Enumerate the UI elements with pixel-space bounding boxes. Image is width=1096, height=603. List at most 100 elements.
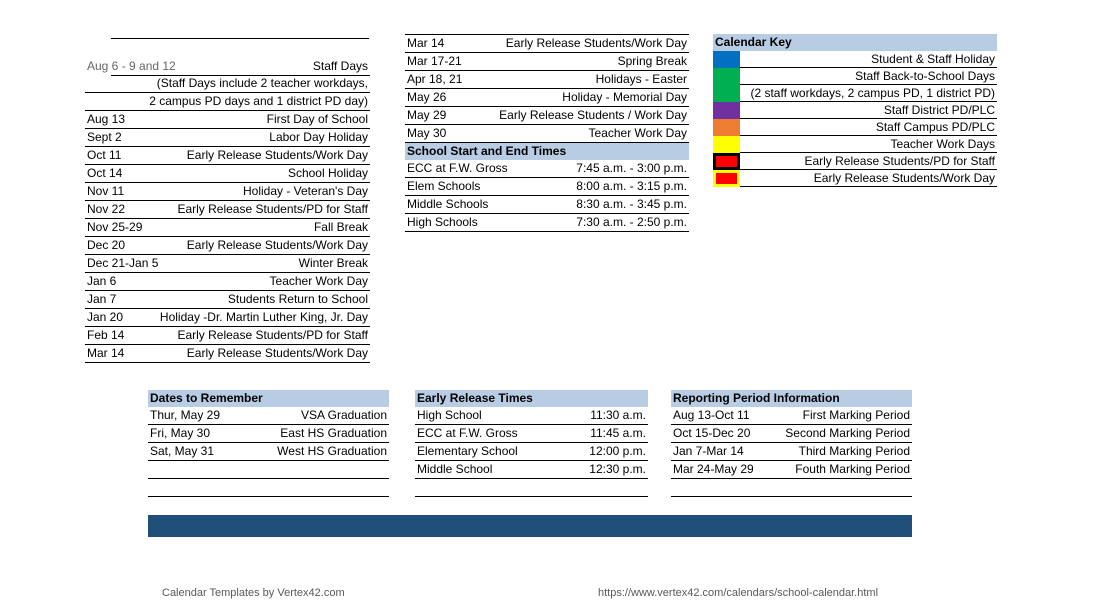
footer-bar bbox=[148, 515, 912, 537]
event-row-label: Early Release Students/Work Day bbox=[186, 238, 368, 252]
left-top-rule bbox=[111, 38, 369, 39]
event-row-label: First Day of School bbox=[266, 112, 368, 126]
date-row-date: Fri, May 30 bbox=[150, 426, 211, 440]
event-row: Apr 18, 21 Holidays - Easter bbox=[405, 71, 689, 89]
date-row-label: East HS Graduation bbox=[280, 426, 387, 440]
release-time-row-school: Elementary School bbox=[417, 444, 518, 458]
release-time-row-time: 11:30 a.m. bbox=[590, 408, 646, 422]
color-swatch-icon bbox=[713, 102, 740, 119]
date-row: Thur, May 29 VSA Graduation bbox=[148, 407, 389, 425]
event-row: May 30 Teacher Work Day bbox=[405, 125, 689, 143]
event-row-date: Oct 14 bbox=[87, 166, 123, 180]
blank-row bbox=[148, 479, 389, 497]
blank-row bbox=[148, 461, 389, 479]
key-row: Teacher Work Days bbox=[713, 136, 997, 153]
key-row: Staff District PD/PLC bbox=[713, 102, 997, 119]
key-label: Staff Back-to-School Days bbox=[740, 68, 997, 85]
key-label: Early Release Students/Work Day bbox=[740, 170, 997, 187]
event-row: Oct 11 Early Release Students/Work Day bbox=[85, 147, 370, 165]
blank-row bbox=[671, 479, 912, 497]
middle-events-table: Mar 14 Early Release Students/Work Day Mar… bbox=[405, 35, 689, 232]
color-swatch-icon bbox=[713, 136, 740, 153]
event-row-date: Jan 6 bbox=[87, 274, 117, 288]
event-row-label: Holiday - Veteran's Day bbox=[242, 184, 368, 198]
release-time-row: Elementary School 12:00 p.m. bbox=[415, 443, 648, 461]
color-swatch-icon bbox=[713, 153, 740, 170]
date-row-label: West HS Graduation bbox=[277, 444, 387, 458]
event-row-date: Feb 14 bbox=[87, 328, 125, 342]
period-row-dates: Mar 24-May 29 bbox=[673, 462, 754, 476]
footer-url[interactable]: https://www.vertex42.com/calendars/schoo… bbox=[598, 587, 878, 599]
event-row-label: Students Return to School bbox=[227, 292, 368, 306]
school-time-row-school: Elem Schools bbox=[407, 179, 481, 193]
school-time-row: Middle Schools 8:30 a.m. - 3:45 p.m. bbox=[405, 196, 689, 214]
event-row-date: May 30 bbox=[407, 126, 447, 140]
color-swatch-icon bbox=[713, 119, 740, 136]
school-time-row-time: 7:45 a.m. - 3:00 p.m. bbox=[576, 161, 687, 175]
school-time-row-time: 8:30 a.m. - 3:45 p.m. bbox=[576, 197, 687, 211]
event-row: Nov 25-29 Fall Break bbox=[85, 219, 370, 237]
key-label: Teacher Work Days bbox=[740, 136, 997, 153]
date-row-label: VSA Graduation bbox=[300, 408, 387, 422]
event-row-label: Fall Break bbox=[313, 220, 368, 234]
event-row-date: Nov 25-29 bbox=[87, 220, 143, 234]
event-row: Nov 22 Early Release Students/PD for Staf… bbox=[85, 201, 370, 219]
event-row-label: Early Release Students/Work Day bbox=[186, 148, 368, 162]
event-row: Mar 14 Early Release Students/Work Day bbox=[405, 35, 689, 53]
color-swatch-icon bbox=[713, 85, 740, 102]
dates-to-remember-header: Dates to Remember bbox=[148, 390, 389, 407]
event-row-date: Jan 20 bbox=[87, 310, 124, 324]
staff-days-row: Aug 6 - 9 and 12 Staff Days bbox=[85, 58, 370, 76]
event-row: Jan 7 Students Return to School bbox=[85, 291, 370, 309]
event-row-label: Early Release Students/PD for Staff bbox=[177, 202, 368, 216]
footer-credit[interactable]: Calendar Templates by Vertex42.com bbox=[162, 587, 345, 599]
school-time-row: ECC at F.W. Gross 7:45 a.m. - 3:00 p.m. bbox=[405, 160, 689, 178]
event-row-label: Holiday -Dr. Martin Luther King, Jr. Day bbox=[159, 310, 368, 324]
period-row: Jan 7-Mar 14 Third Marking Period bbox=[671, 443, 912, 461]
event-row-date: Sept 2 bbox=[87, 130, 122, 144]
school-time-row-school: ECC at F.W. Gross bbox=[407, 161, 508, 175]
release-time-row: High School 11:30 a.m. bbox=[415, 407, 648, 425]
color-swatch-icon bbox=[713, 170, 740, 187]
event-row: Dec 20 Early Release Students/Work Day bbox=[85, 237, 370, 255]
school-time-row-time: 8:00 a.m. - 3:15 p.m. bbox=[576, 179, 687, 193]
dates-to-remember-table: Dates to Remember Thur, May 29 VSA Gradua… bbox=[148, 390, 389, 497]
blank-row bbox=[415, 479, 648, 497]
color-swatch-icon bbox=[713, 51, 740, 68]
date-row-date: Sat, May 31 bbox=[150, 444, 215, 458]
period-row-label: Third Marking Period bbox=[798, 444, 910, 458]
release-time-row-time: 12:30 p.m. bbox=[589, 462, 646, 476]
early-release-times-header: Early Release Times bbox=[415, 390, 648, 407]
calendar-key: Calendar Key Student & Staff Holiday Staf… bbox=[713, 34, 997, 187]
staff-days-note-2: 2 campus PD days and 1 district PD day) bbox=[85, 93, 370, 111]
reporting-periods-table: Reporting Period Information Aug 13-Oct … bbox=[671, 390, 912, 497]
school-times-header: School Start and End Times bbox=[405, 143, 689, 160]
staff-days-label: Staff Days bbox=[312, 59, 368, 73]
key-row: Student & Staff Holiday bbox=[713, 51, 997, 68]
date-row-date: Thur, May 29 bbox=[150, 408, 221, 422]
staff-days-date: Aug 6 - 9 and 12 bbox=[87, 59, 176, 73]
color-swatch-icon bbox=[713, 68, 740, 85]
left-events-table: Aug 6 - 9 and 12 Staff Days (Staff Days … bbox=[85, 58, 370, 363]
school-time-row: High Schools 7:30 a.m. - 2:50 p.m. bbox=[405, 214, 689, 232]
release-time-row-school: Middle School bbox=[417, 462, 493, 476]
event-row-label: Early Release Students/Work Day bbox=[505, 36, 687, 50]
event-row-label: Early Release Students/PD for Staff bbox=[177, 328, 368, 342]
event-row: Sept 2 Labor Day Holiday bbox=[85, 129, 370, 147]
key-label: Early Release Students/PD for Staff bbox=[740, 153, 997, 170]
key-label: (2 staff workdays, 2 campus PD, 1 distri… bbox=[740, 85, 997, 102]
event-row-label: Early Release Students/Work Day bbox=[186, 346, 368, 360]
event-row: May 26 Holiday - Memorial Day bbox=[405, 89, 689, 107]
period-row: Mar 24-May 29 Fouth Marking Period bbox=[671, 461, 912, 479]
event-row-date: Nov 22 bbox=[87, 202, 126, 216]
period-row-dates: Aug 13-Oct 11 bbox=[673, 408, 750, 422]
school-time-row-school: Middle Schools bbox=[407, 197, 489, 211]
release-time-row-time: 11:45 a.m. bbox=[590, 426, 646, 440]
event-row-date: Aug 13 bbox=[87, 112, 126, 126]
key-row: Early Release Students/PD for Staff bbox=[713, 153, 997, 170]
event-row: Nov 11 Holiday - Veteran's Day bbox=[85, 183, 370, 201]
event-row-label: Early Release Students / Work Day bbox=[499, 108, 687, 122]
event-row-date: May 26 bbox=[407, 90, 447, 104]
period-row-dates: Oct 15-Dec 20 bbox=[673, 426, 751, 440]
period-row: Oct 15-Dec 20 Second Marking Period bbox=[671, 425, 912, 443]
